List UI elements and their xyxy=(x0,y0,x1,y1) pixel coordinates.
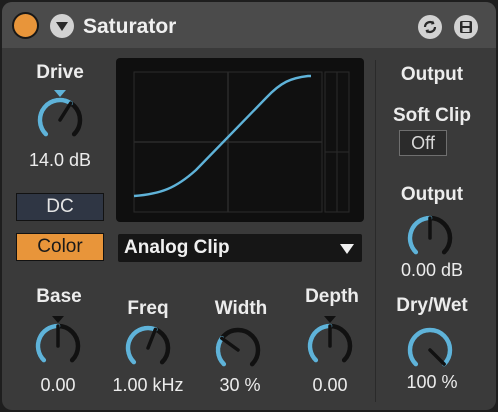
freq-value[interactable]: 1.00 kHz xyxy=(102,375,194,396)
drive-knob-value-arc xyxy=(37,97,73,137)
drive-knob-needle xyxy=(58,101,73,122)
soft-clip-label: Soft Clip xyxy=(392,105,472,126)
drywet-knob-needle xyxy=(428,348,446,366)
hotswap-icon[interactable] xyxy=(418,15,442,39)
freq-knob-value-arc xyxy=(125,325,158,365)
drywet-label: Dry/Wet xyxy=(396,295,468,316)
drive-value[interactable]: 14.0 dB xyxy=(14,150,106,171)
soft-clip-toggle[interactable]: Off xyxy=(399,130,447,156)
freq-label: Freq xyxy=(127,298,169,319)
drive-knob-pointer-icon xyxy=(54,90,66,97)
device-title-bar[interactable]: Saturator xyxy=(2,2,496,48)
drive-label: Drive xyxy=(36,62,84,83)
output-section-title: Output xyxy=(400,64,464,85)
depth-knob-pointer-icon xyxy=(324,316,336,323)
saturation-curve-display xyxy=(116,58,364,222)
saturator-device: Saturator Drive 14.0 dB DC Color Analog … xyxy=(2,2,496,410)
output-label: Output xyxy=(400,184,464,205)
depth-knob-value-arc xyxy=(307,323,333,363)
width-knob-value-arc xyxy=(215,335,227,367)
width-knob[interactable] xyxy=(210,320,266,376)
dropdown-arrow-icon xyxy=(340,244,354,254)
width-label: Width xyxy=(214,298,268,319)
device-power-button[interactable] xyxy=(12,12,39,39)
freq-knob-needle xyxy=(146,327,158,350)
base-knob-value-arc xyxy=(35,323,61,363)
depth-value[interactable]: 0.00 xyxy=(294,375,366,396)
drywet-knob[interactable] xyxy=(402,320,458,376)
base-knob[interactable] xyxy=(30,316,86,372)
depth-label: Depth xyxy=(305,286,359,307)
output-value[interactable]: 0.00 dB xyxy=(384,260,480,281)
output-knob-value-arc xyxy=(407,215,433,255)
fold-toggle-icon[interactable] xyxy=(50,14,74,38)
color-button[interactable]: Color xyxy=(16,233,104,261)
waveshaper-type-value: Analog Clip xyxy=(124,237,230,258)
device-title: Saturator xyxy=(83,15,177,38)
drive-knob[interactable] xyxy=(32,90,88,146)
base-knob-pointer-icon xyxy=(52,316,64,323)
section-divider xyxy=(375,60,376,402)
width-knob-track xyxy=(215,327,261,367)
drywet-value[interactable]: 100 % xyxy=(384,372,480,393)
output-knob[interactable] xyxy=(402,208,458,264)
depth-knob[interactable] xyxy=(302,316,358,372)
freq-knob[interactable] xyxy=(120,318,176,374)
save-preset-icon[interactable] xyxy=(454,15,478,39)
drywet-knob-value-arc xyxy=(407,327,453,367)
base-value[interactable]: 0.00 xyxy=(22,375,94,396)
waveshaper-type-select[interactable]: Analog Clip xyxy=(118,234,362,262)
dc-button[interactable]: DC xyxy=(16,193,104,221)
width-knob-needle xyxy=(220,336,240,352)
base-label: Base xyxy=(36,286,82,307)
width-value[interactable]: 30 % xyxy=(204,375,276,396)
